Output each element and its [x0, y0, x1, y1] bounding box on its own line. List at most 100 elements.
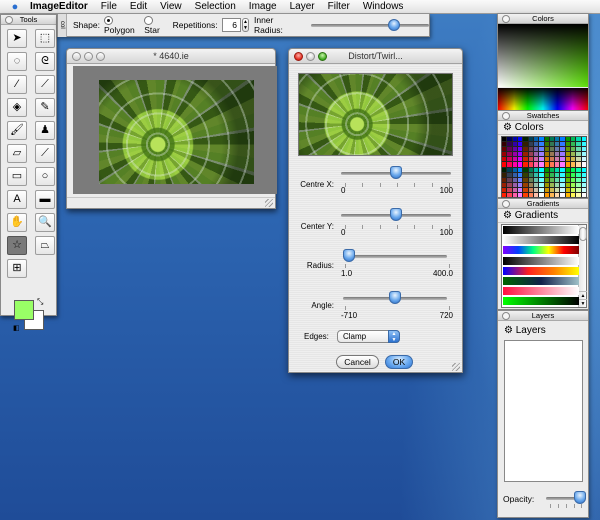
swatch-cell[interactable] [528, 162, 533, 167]
swatch-cell[interactable] [560, 142, 565, 147]
swatches-titlebar[interactable]: Swatches [498, 111, 588, 121]
swatch-cell[interactable] [512, 172, 517, 177]
swatch-cell[interactable] [507, 162, 512, 167]
swatch-cell[interactable] [523, 172, 528, 177]
swatch-cell[interactable] [507, 187, 512, 192]
swatch-cell[interactable] [581, 177, 586, 182]
swatch-cell[interactable] [539, 187, 544, 192]
swatch-cell[interactable] [507, 137, 512, 142]
swatch-cell[interactable] [544, 162, 549, 167]
swatch-cell[interactable] [523, 152, 528, 157]
swatch-cell[interactable] [533, 157, 539, 162]
swatch-cell[interactable] [533, 172, 539, 177]
swatch-cell[interactable] [565, 137, 571, 142]
swatch-cell[interactable] [533, 152, 539, 157]
swatches-close-button[interactable] [502, 112, 510, 120]
ok-button[interactable]: OK [385, 355, 413, 369]
scroll-down-arrow-icon[interactable]: ▼ [579, 299, 587, 307]
swatch-cell[interactable] [549, 162, 555, 167]
swatch-cell[interactable] [507, 142, 512, 147]
swatch-cell[interactable] [512, 157, 517, 162]
colors-close-button[interactable] [502, 15, 510, 23]
swatch-cell[interactable] [528, 182, 533, 187]
scroll-thumb[interactable] [579, 227, 587, 241]
gradient-scrollbar[interactable]: ▲ ▼ [578, 225, 587, 307]
swatch-cell[interactable] [517, 137, 523, 142]
swatch-cell[interactable] [544, 147, 549, 152]
menu-edit[interactable]: Edit [130, 1, 147, 12]
swatch-cell[interactable] [523, 187, 528, 192]
stamp-tool[interactable]: ♟ [35, 121, 55, 140]
eraser-tool[interactable]: ▱ [7, 144, 27, 163]
swatch-cell[interactable] [571, 137, 576, 142]
swatch-cell[interactable] [502, 142, 507, 147]
reset-colors-icon[interactable]: ◧ [13, 324, 20, 332]
swatch-cell[interactable] [533, 137, 539, 142]
swatch-cell[interactable] [560, 192, 565, 197]
swatch-cell[interactable] [565, 142, 571, 147]
menu-file[interactable]: File [101, 1, 117, 12]
swatch-cell[interactable] [576, 172, 581, 177]
swatch-cell[interactable] [502, 182, 507, 187]
shape-polygon-option[interactable]: Polygon [103, 15, 139, 35]
swatch-cell[interactable] [571, 192, 576, 197]
gear-icon[interactable]: ⚙ [503, 210, 512, 221]
swatch-cell[interactable] [571, 147, 576, 152]
gradient-tool[interactable]: ▬ [35, 190, 55, 209]
rectangle-tool[interactable]: ▭ [7, 167, 27, 186]
swatch-cell[interactable] [571, 187, 576, 192]
swatch-cell[interactable] [576, 167, 581, 172]
swatch-cell[interactable] [502, 162, 507, 167]
swatch-cell[interactable] [539, 147, 544, 152]
swatch-cell[interactable] [576, 147, 581, 152]
swatch-cell[interactable] [544, 152, 549, 157]
rect-select-tool[interactable]: ⬚ [35, 29, 55, 48]
colors-titlebar[interactable]: Colors [498, 14, 588, 24]
swatch-cell[interactable] [555, 152, 560, 157]
pencil-tool[interactable]: ✎ [35, 98, 55, 117]
swatch-cell[interactable] [581, 157, 586, 162]
swatch-cell[interactable] [502, 172, 507, 177]
swatch-cell[interactable] [544, 167, 549, 172]
tools-titlebar[interactable]: Tools [1, 15, 56, 25]
dialog-close-button[interactable] [294, 52, 303, 61]
swatch-cell[interactable] [544, 177, 549, 182]
swatch-cell[interactable] [549, 152, 555, 157]
swatch-cell[interactable] [544, 182, 549, 187]
swatch-cell[interactable] [512, 152, 517, 157]
menu-app-name[interactable]: ImageEditor [30, 1, 88, 12]
swatch-cell[interactable] [549, 192, 555, 197]
dialog-resize-grip-icon[interactable] [452, 363, 460, 371]
gradient-item[interactable] [503, 266, 579, 275]
swap-colors-icon[interactable]: ⤡ [37, 297, 43, 307]
swatch-cell[interactable] [560, 162, 565, 167]
swatch-cell[interactable] [539, 157, 544, 162]
centre-x-slider[interactable] [341, 166, 451, 179]
swatch-cell[interactable] [571, 157, 576, 162]
edges-popup[interactable]: Clamp ▲ ▼ [337, 330, 400, 343]
layers-header[interactable]: ⚙ Layers [498, 324, 588, 338]
swatch-cell[interactable] [576, 152, 581, 157]
dialog-minimize-button[interactable] [306, 52, 315, 61]
swatch-cell[interactable] [517, 152, 523, 157]
swatch-cell[interactable] [549, 142, 555, 147]
swatch-cell[interactable] [555, 162, 560, 167]
angle-thumb[interactable] [388, 291, 401, 304]
swatch-cell[interactable] [571, 142, 576, 147]
gradient-item[interactable] [503, 297, 579, 306]
swatch-cell[interactable] [555, 177, 560, 182]
inner-radius-slider[interactable] [310, 19, 429, 31]
swatch-cell[interactable] [502, 147, 507, 152]
swatch-cell[interactable] [539, 192, 544, 197]
swatch-cell[interactable] [544, 142, 549, 147]
swatch-cell[interactable] [555, 167, 560, 172]
swatch-cell[interactable] [512, 147, 517, 152]
swatch-cell[interactable] [512, 137, 517, 142]
swatch-cell[interactable] [544, 192, 549, 197]
swatch-cell[interactable] [581, 187, 586, 192]
swatch-cell[interactable] [507, 177, 512, 182]
menu-filter[interactable]: Filter [328, 1, 350, 12]
options-bar-grip[interactable]: col [58, 13, 67, 37]
swatch-cell[interactable] [512, 177, 517, 182]
saturation-brightness-picker[interactable] [498, 24, 588, 87]
